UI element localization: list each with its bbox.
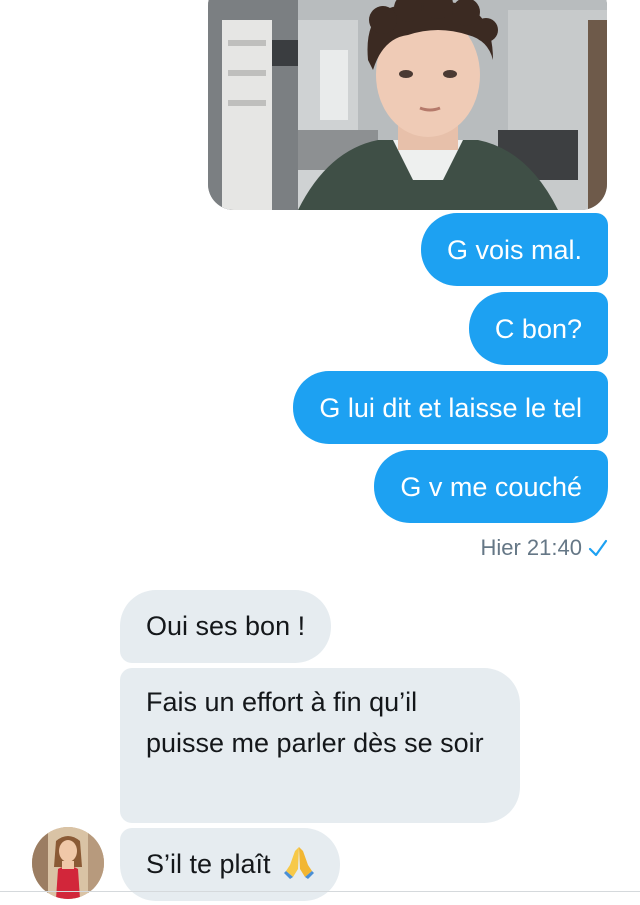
sent-photo-message[interactable]	[208, 0, 607, 210]
received-message[interactable]: Oui ses bon !	[120, 590, 332, 663]
message-timestamp: Hier 21:40	[480, 535, 608, 561]
received-message-text: S’il te plaît	[146, 849, 271, 879]
timestamp-text: Hier 21:40	[480, 535, 582, 560]
sent-message[interactable]: C bon?	[468, 292, 608, 365]
sent-message[interactable]: G v me couché	[374, 450, 608, 523]
chat-thread: G vois mal. C bon? G lui dit et laisse l…	[0, 0, 640, 905]
bottom-divider	[0, 891, 640, 892]
sender-avatar[interactable]	[32, 827, 104, 899]
folded-hands-emoji-icon	[284, 845, 315, 879]
sent-message[interactable]: G vois mal.	[420, 213, 608, 286]
received-message[interactable]: Fais un effort à fin qu’il puisse me par…	[120, 668, 520, 823]
checkmark-icon	[588, 538, 608, 558]
sent-message[interactable]: G lui dit et laisse le tel	[293, 371, 608, 444]
